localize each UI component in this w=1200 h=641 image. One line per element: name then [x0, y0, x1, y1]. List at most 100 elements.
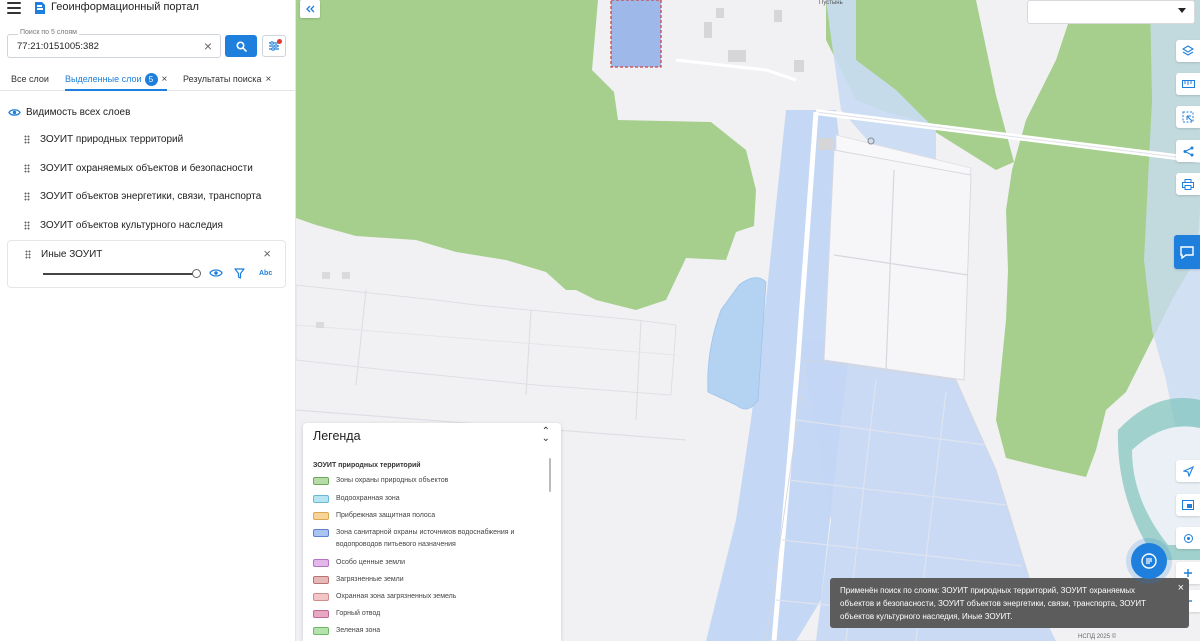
zoom-in-icon: [1184, 569, 1192, 577]
legend-scrollbar[interactable]: [549, 458, 551, 492]
app-title: Геоинформационный портал: [51, 1, 199, 13]
drag-handle-icon[interactable]: [24, 221, 30, 230]
all-layers-visibility-toggle[interactable]: Видимость всех слоев: [8, 107, 130, 118]
legend-swatch: [313, 495, 329, 503]
layer-tabs: Все слои Выделенные слои 5 × Результаты по…: [0, 67, 296, 91]
share-button[interactable]: [1176, 140, 1200, 162]
legend-section-title: ЗОУИТ природных территорий: [313, 462, 421, 469]
search-label: Поиск по 5 слоям: [18, 29, 79, 36]
legend-label: Водоохранная зона: [336, 495, 400, 502]
layers-icon: [1182, 45, 1194, 56]
legend-item: Водоохранная зона: [313, 493, 545, 505]
geolocation-button[interactable]: [1176, 527, 1200, 549]
layer-item[interactable]: ЗОУИТ охраняемых объектов и безопасности: [24, 163, 253, 174]
legend-label: Зона санитарной охраны источников водосн…: [336, 529, 515, 548]
tab-badge: 5: [144, 73, 158, 87]
collapse-sidebar-button[interactable]: [300, 0, 320, 18]
notification-toast: Применён поиск по слоям: ЗОУИТ природных…: [830, 578, 1189, 628]
search-field[interactable]: Поиск по 5 слоям 77:21:0151005:382 ×: [7, 29, 221, 58]
ruler-icon: [1181, 80, 1195, 88]
basemap-button[interactable]: [1176, 494, 1200, 516]
select-area-button[interactable]: [1176, 106, 1200, 128]
legend-item: Охранная зона загрязненных земель: [313, 591, 545, 603]
tab-label: Все слои: [11, 74, 49, 84]
tab-selected-layers[interactable]: Выделенные слои 5 ×: [65, 67, 168, 91]
opacity-slider-thumb[interactable]: [192, 269, 201, 278]
legend-label: Охранная зона загрязненных земель: [336, 593, 457, 600]
close-icon[interactable]: ×: [162, 74, 168, 85]
eye-icon: [8, 109, 21, 116]
layers-button[interactable]: [1176, 40, 1200, 62]
layer-label: ЗОУИТ объектов культурного наследия: [40, 220, 223, 231]
select-area-icon: [1182, 111, 1194, 123]
assistant-button[interactable]: [1174, 235, 1200, 269]
close-icon[interactable]: ×: [1178, 582, 1184, 595]
legend-item: Зеленая зона: [313, 625, 545, 637]
app-header: Геоинформационный портал: [0, 0, 296, 26]
legend-title: Легенда: [313, 429, 361, 443]
legend-swatch: [313, 512, 329, 520]
layer-label: ЗОУИТ объектов энергетики, связи, трансп…: [40, 191, 262, 202]
layer-item[interactable]: ЗОУИТ объектов культурного наследия: [24, 220, 223, 231]
print-icon: [1182, 178, 1194, 190]
legend-label: Загрязненные земли: [336, 576, 404, 583]
toast-message: Применён поиск по слоям: ЗОУИТ природных…: [840, 586, 1146, 621]
search-icon: [235, 40, 247, 52]
legend-swatch: [313, 576, 329, 584]
geolocation-icon: [1183, 533, 1193, 543]
drag-handle-icon[interactable]: [24, 192, 30, 201]
close-icon[interactable]: ×: [263, 246, 271, 261]
legend-item: Зоны охраны природных объектов: [313, 475, 545, 487]
legend-label: Прибрежная защитная полоса: [336, 512, 436, 519]
filter-settings-button[interactable]: [262, 35, 286, 57]
layer-item[interactable]: ЗОУИТ природных территорий: [24, 134, 183, 145]
ruler-button[interactable]: [1176, 73, 1200, 95]
print-button[interactable]: [1176, 173, 1200, 195]
layer-item[interactable]: Иные ЗОУИТ: [25, 249, 102, 260]
legend-item: Прибрежная защитная полоса: [313, 510, 545, 522]
legend-swatch: [313, 477, 329, 485]
eye-icon[interactable]: [209, 268, 223, 278]
legend-label: Горный отвод: [336, 610, 381, 617]
basemap-icon: [1182, 500, 1194, 510]
drag-handle-icon[interactable]: [25, 250, 31, 259]
map-place-label: Пустынь: [819, 0, 843, 6]
drag-handle-icon[interactable]: [24, 164, 30, 173]
drag-handle-icon[interactable]: [24, 135, 30, 144]
search-input[interactable]: 77:21:0151005:382: [17, 41, 99, 52]
clear-icon[interactable]: ×: [201, 38, 215, 54]
tab-label: Результаты поиска: [183, 74, 262, 84]
layer-item[interactable]: ЗОУИТ объектов энергетики, связи, трансп…: [24, 191, 261, 202]
legend-item: Зона санитарной охраны источников водосн…: [313, 527, 545, 551]
layer-card-expanded: Иные ЗОУИТ × Abc: [7, 240, 286, 288]
visibility-label: Видимость всех слоев: [26, 107, 131, 118]
tab-all-layers[interactable]: Все слои: [11, 67, 49, 91]
collapse-legend-icon[interactable]: ⌃ ⌄: [542, 427, 550, 444]
locate-icon: [1182, 465, 1194, 477]
labels-toggle[interactable]: Abc: [259, 270, 272, 277]
legend-swatch: [313, 610, 329, 618]
legend-swatch: [313, 593, 329, 601]
layer-label: ЗОУИТ охраняемых объектов и безопасности: [40, 163, 253, 174]
legend-swatch: [313, 627, 329, 635]
legend-label: Зоны охраны природных объектов: [336, 477, 449, 484]
layer-label: Иные ЗОУИТ: [41, 249, 103, 260]
map-attribution: НСПД 2025 ©: [1078, 634, 1117, 640]
search-button[interactable]: [225, 35, 257, 57]
filter-icon[interactable]: [234, 268, 245, 279]
share-icon: [1183, 146, 1193, 156]
chat-button[interactable]: [1131, 543, 1167, 579]
basemap-select[interactable]: [1027, 0, 1195, 24]
legend-item: Загрязненные земли: [313, 574, 545, 586]
sidebar: Геоинформационный портал Поиск по 5 слоя…: [0, 0, 296, 641]
chevron-down-icon: [1178, 8, 1186, 13]
close-icon[interactable]: ×: [265, 74, 271, 85]
burger-icon[interactable]: [7, 2, 21, 14]
layer-label: ЗОУИТ природных территорий: [40, 134, 184, 145]
tab-label: Выделенные слои: [65, 74, 142, 84]
opacity-slider-track[interactable]: [43, 273, 195, 275]
locate-button[interactable]: [1176, 460, 1200, 482]
legend-label: Зеленая зона: [336, 627, 381, 634]
chat-bubble-icon: [1180, 246, 1194, 259]
tab-search-results[interactable]: Результаты поиска ×: [183, 67, 271, 91]
